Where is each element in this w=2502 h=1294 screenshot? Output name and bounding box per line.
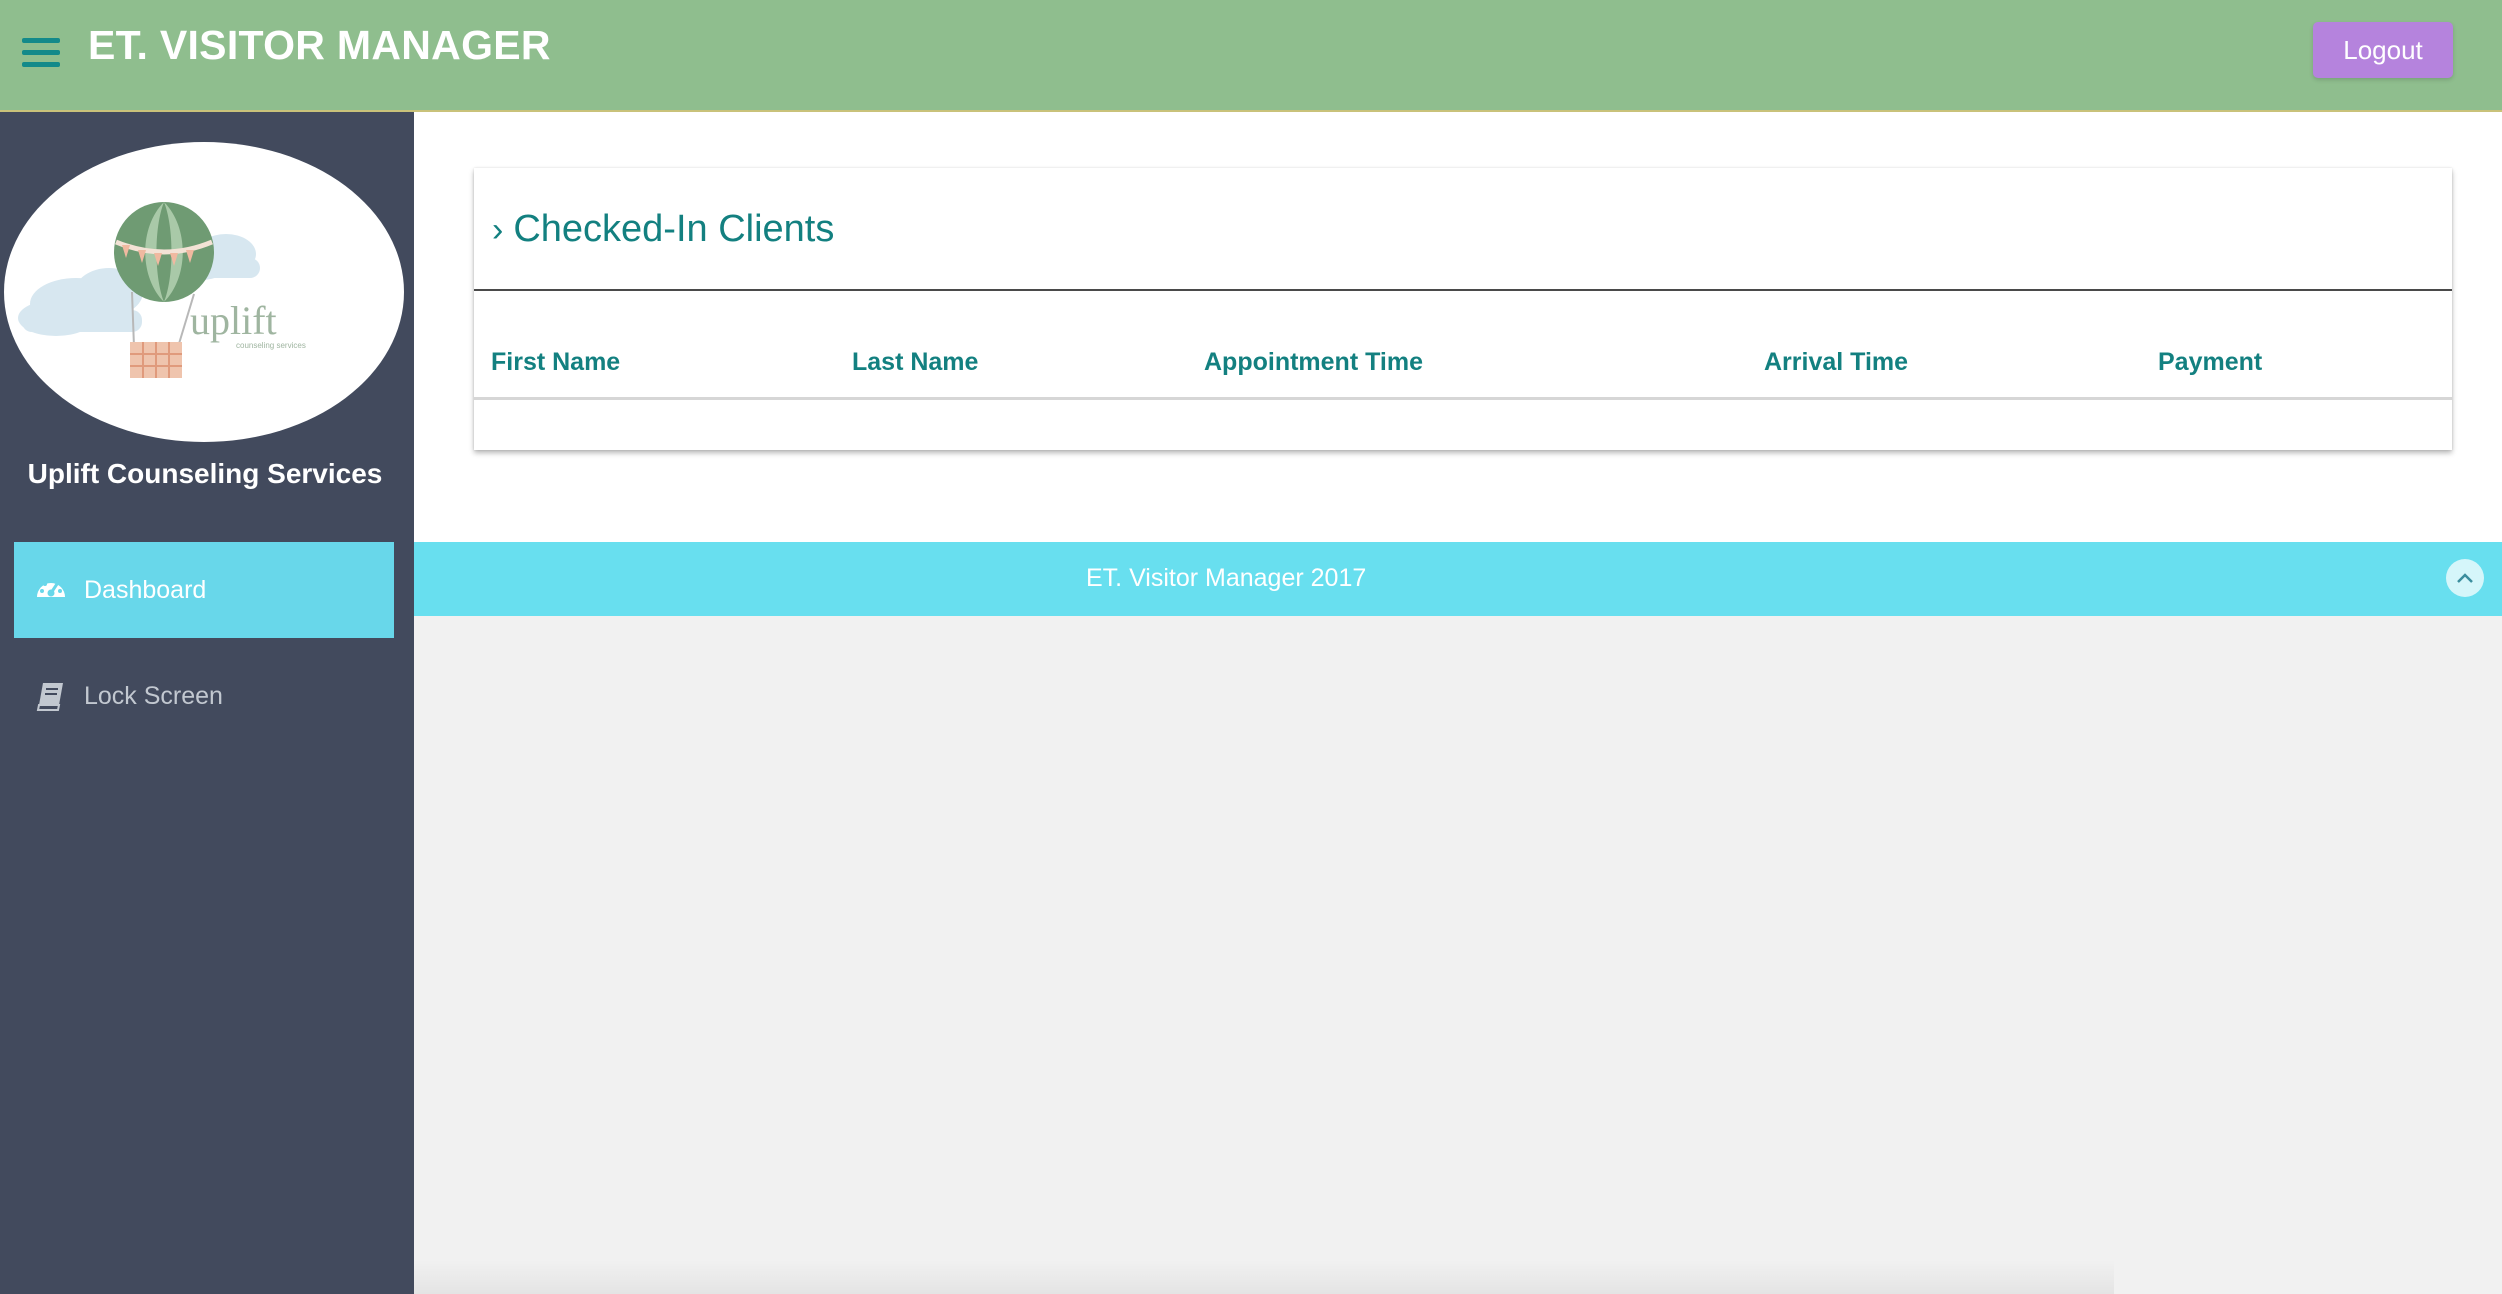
chevron-up-icon	[2457, 573, 2473, 583]
sidebar-item-label: Dashboard	[84, 575, 207, 604]
sidebar-item-lock-screen[interactable]: Lock Screen	[14, 648, 394, 744]
panel-title: › Checked-In Clients	[492, 208, 834, 251]
sidebar: uplift counseling services Uplift Counse…	[0, 112, 414, 1294]
logo-subtext: counseling services	[236, 341, 306, 350]
scroll-to-top-button[interactable]	[2446, 559, 2484, 597]
logo-wordmark: uplift	[190, 298, 277, 343]
organization-logo: uplift counseling services	[4, 142, 404, 442]
book-icon	[34, 679, 68, 713]
hamburger-menu-icon[interactable]	[22, 38, 60, 68]
checked-in-clients-panel: › Checked-In Clients First Name Last Name…	[474, 168, 2452, 450]
column-header-appointment-time[interactable]: Appointment Time	[1204, 348, 1423, 377]
chevron-right-icon: ›	[492, 211, 504, 249]
divider	[474, 289, 2452, 291]
dashboard-gauge-icon	[34, 573, 68, 607]
app-title: ET. VISITOR MANAGER	[88, 22, 551, 68]
column-header-payment[interactable]: Payment	[2158, 348, 2262, 377]
sidebar-item-dashboard[interactable]: Dashboard	[14, 542, 394, 638]
organization-name: Uplift Counseling Services	[27, 458, 383, 489]
table-header-divider	[474, 397, 2452, 400]
logout-button[interactable]: Logout	[2313, 22, 2453, 78]
top-header: ET. VISITOR MANAGER Logout	[0, 0, 2502, 112]
footer-text: ET. Visitor Manager 2017	[1086, 564, 1367, 592]
panel-title-text: Checked-In Clients	[513, 208, 835, 250]
sidebar-item-label: Lock Screen	[84, 681, 223, 710]
column-header-arrival-time[interactable]: Arrival Time	[1764, 348, 1908, 377]
column-header-first-name[interactable]: First Name	[491, 348, 620, 377]
footer: ET. Visitor Manager 2017	[414, 542, 2502, 616]
bottom-shadow	[414, 1260, 2114, 1294]
column-header-last-name[interactable]: Last Name	[852, 348, 978, 377]
